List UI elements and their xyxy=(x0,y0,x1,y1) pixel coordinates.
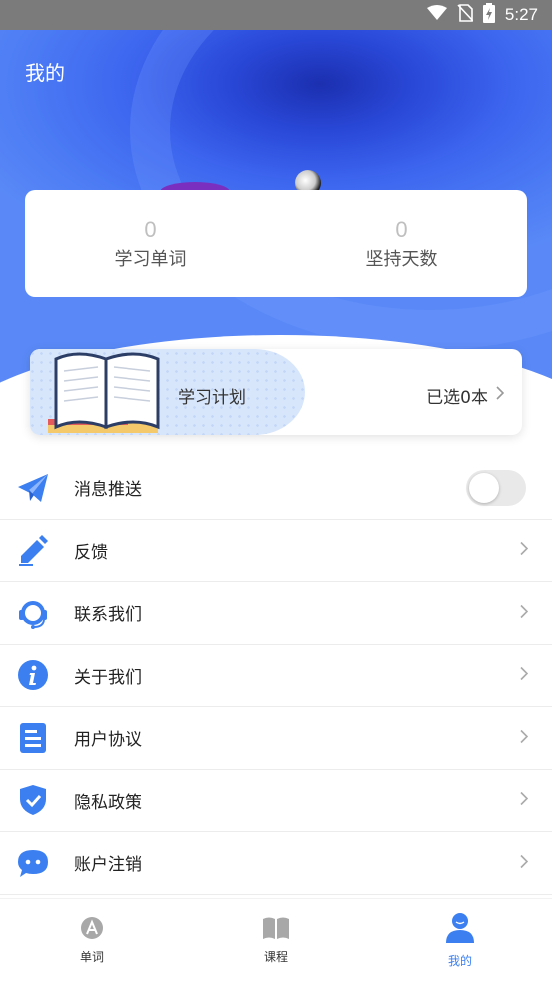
menu-item-label: 隐私政策 xyxy=(74,792,142,813)
menu-item-about-us[interactable]: 关于我们 xyxy=(0,645,552,707)
stat-label: 坚持天数 xyxy=(365,248,438,270)
chevron-right-icon xyxy=(520,541,529,560)
bottom-tab-bar: 单词 课程 我的 xyxy=(0,898,552,981)
user-icon xyxy=(445,912,475,948)
stat-streak-days[interactable]: 0 坚持天数 xyxy=(276,217,527,271)
wifi-icon xyxy=(426,5,447,25)
stat-label: 学习单词 xyxy=(114,248,187,270)
tab-courses[interactable]: 课程 xyxy=(184,899,368,981)
chevron-right-icon xyxy=(520,603,529,622)
menu-item-label: 关于我们 xyxy=(74,667,142,688)
chevron-right-icon xyxy=(520,728,529,747)
plan-title: 学习计划 xyxy=(178,388,246,408)
menu-item-push-notifications[interactable]: 消息推送 xyxy=(0,457,552,520)
push-notifications-toggle[interactable] xyxy=(466,469,526,506)
stat-learned-words[interactable]: 0 学习单词 xyxy=(25,217,276,271)
chevron-right-icon xyxy=(520,791,529,810)
open-book-icon xyxy=(262,916,290,944)
pencil-icon xyxy=(17,534,49,567)
toggle-knob xyxy=(469,472,499,503)
menu-item-feedback[interactable]: 反馈 xyxy=(0,520,552,582)
menu-item-contact-us[interactable]: 联系我们 xyxy=(0,582,552,645)
study-plan-card[interactable]: 学习计划 已选0本 xyxy=(30,349,522,435)
plan-selected-count: 已选0本 xyxy=(426,388,488,408)
tab-label: 单词 xyxy=(79,949,104,964)
stat-value: 0 xyxy=(395,216,408,242)
menu-item-label: 账户注销 xyxy=(74,855,142,876)
menu-item-user-agreement[interactable]: 用户协议 xyxy=(0,707,552,770)
menu-item-privacy-policy[interactable]: 隐私政策 xyxy=(0,770,552,832)
settings-menu: 消息推送 反馈 联系我们 关于我们 用户协议 隐私政策 账户注销 xyxy=(0,457,552,895)
tab-me[interactable]: 我的 xyxy=(368,899,552,981)
paper-plane-icon xyxy=(17,472,49,504)
chevron-right-icon xyxy=(520,666,529,685)
menu-item-label: 联系我们 xyxy=(74,605,142,626)
open-book-illustration xyxy=(38,349,166,435)
document-icon xyxy=(17,722,49,754)
letter-a-icon xyxy=(80,916,104,944)
chat-bubble-icon xyxy=(17,847,49,879)
battery-charging-icon xyxy=(482,3,495,27)
chevron-right-icon xyxy=(496,385,505,404)
chevron-right-icon xyxy=(520,853,529,872)
no-sim-icon xyxy=(457,4,474,26)
tab-label: 我的 xyxy=(447,953,472,968)
info-icon xyxy=(17,659,49,691)
menu-item-label: 消息推送 xyxy=(74,480,142,501)
menu-item-label: 用户协议 xyxy=(74,730,142,751)
menu-item-delete-account[interactable]: 账户注销 xyxy=(0,832,552,895)
status-time: 5:27 xyxy=(504,5,538,24)
page-title: 我的 xyxy=(25,61,65,85)
stats-card: 0 学习单词 0 坚持天数 xyxy=(25,190,527,297)
tab-label: 课程 xyxy=(263,949,288,964)
stat-value: 0 xyxy=(144,216,157,242)
status-bar: 5:27 xyxy=(0,0,552,30)
menu-item-label: 反馈 xyxy=(74,542,108,563)
shield-check-icon xyxy=(17,784,49,816)
tab-words[interactable]: 单词 xyxy=(0,899,184,981)
headset-support-icon xyxy=(17,597,49,629)
